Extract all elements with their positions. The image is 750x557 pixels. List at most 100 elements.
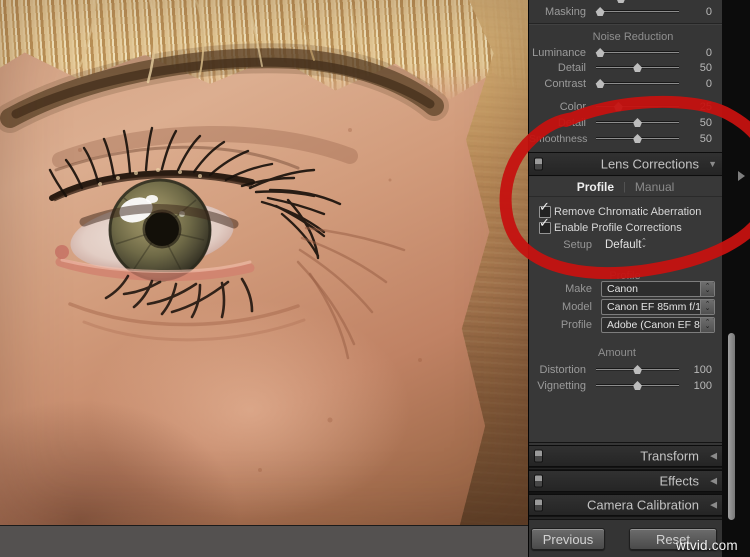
slider-label: Distortion [539,363,586,376]
previous-button[interactable]: Previous [531,528,605,550]
dropdown-value: Adobe (Canon EF 85... [607,319,700,331]
chevron-down-icon: ⌄ [641,242,647,249]
lightroom-develop-window: Masking 0 Noise Reduction Luminance 0 De… [0,0,750,557]
chevron-down-icon: ⌄ [704,305,711,312]
panel-toggle-icon[interactable] [534,474,543,488]
group-divider [529,23,722,24]
panel-toggle-icon[interactable] [534,498,543,512]
luminance-slider-row: Luminance 0 [529,45,722,60]
watermark: wtvid.com [676,538,738,553]
panel-edge-strip [722,0,750,557]
chevron-left-icon[interactable]: ◀ [710,500,717,511]
checkmark-icon: ✓ [539,215,550,230]
panel-collapse-arrow-icon[interactable] [738,171,745,181]
model-dropdown[interactable]: Canon EF 85mm f/1.... ⌃ ⌄ [601,299,715,315]
slider-thumb[interactable] [595,7,605,16]
smoothness-slider-row: Smoothness 50 [529,131,722,146]
checkbox-label[interactable]: Enable Profile Corrections [554,222,682,234]
enable-profile-corrections-row: ✓ Enable Profile Corrections [529,215,722,235]
masking-slider[interactable] [595,7,679,16]
slider-label: Detail [557,116,586,129]
make-dropdown-row: Make Canon ⌃ ⌄ [529,281,722,298]
nr-detail-slider-row: Detail 50 [529,60,722,75]
lens-mode-tabs: Profile | Manual [529,177,722,197]
checkbox-label[interactable]: Remove Chromatic Aberration [554,206,701,218]
photo-canvas-eye-closeup[interactable] [0,0,528,525]
vignetting-slider[interactable] [596,381,679,390]
luminance-slider[interactable] [595,48,679,57]
dropdown-label: Make [565,283,592,295]
transform-panel-header[interactable]: Transform ◀ [529,445,722,467]
chevron-down-icon: ⌄ [704,287,711,294]
stepper-icon[interactable]: ⌃ ⌄ [641,238,647,249]
slider-track[interactable] [596,11,679,12]
slider-thumb[interactable] [613,102,623,111]
slider-label: Smoothness [529,132,588,145]
setup-dropdown[interactable]: Default [605,239,641,251]
tab-separator: | [623,180,626,193]
distortion-slider[interactable] [596,365,679,374]
color-slider[interactable] [596,102,679,111]
vignetting-slider-row: Vignetting 100 [529,378,722,393]
slider-thumb[interactable] [595,79,605,88]
masking-slider-row: Masking 0 [529,4,722,19]
lens-corrections-content: Profile | Manual ✓ Remove Chromatic Aber… [529,177,722,443]
develop-right-panel: Masking 0 Noise Reduction Luminance 0 De… [528,0,722,557]
smoothness-slider[interactable] [596,134,679,143]
color-detail-slider[interactable] [596,118,679,127]
camera-calibration-panel-header[interactable]: Camera Calibration ◀ [529,494,722,516]
slider-label: Color [559,100,586,113]
slider-value: 100 [693,363,712,376]
model-dropdown-row: Model Canon EF 85mm f/1.... ⌃ ⌄ [529,299,722,316]
chevron-down-icon[interactable]: ▼ [708,159,717,169]
distortion-slider-row: Distortion 100 [529,362,722,377]
contrast-slider[interactable] [595,79,679,88]
slider-value: 50 [699,132,712,145]
slider-value: 0 [705,46,712,59]
contrast-slider-row: Contrast 0 [529,76,722,91]
slider-track[interactable] [596,83,679,84]
chevron-down-icon: ⌄ [704,323,711,330]
slider-value: 0 [705,77,712,90]
panel-title: Transform [640,448,699,464]
slider-value: 50 [699,61,712,74]
slider-label: Luminance [532,46,586,59]
tab-profile[interactable]: Profile [577,180,614,194]
slider-track[interactable] [596,106,679,107]
dropdown-label: Profile [560,319,592,331]
slider-value: 25 [699,100,712,113]
nr-detail-slider[interactable] [596,63,679,72]
slider-label: Vignetting [537,379,586,392]
vertical-scrollbar[interactable] [728,333,735,520]
remove-chromatic-aberration-row: ✓ Remove Chromatic Aberration [529,199,722,219]
panel-title: Camera Calibration [587,497,699,513]
slider-thumb[interactable] [633,63,642,72]
slider-thumb[interactable] [633,118,642,127]
amount-title: Amount [598,347,636,359]
panel-title: Effects [659,473,699,489]
effects-panel-header[interactable]: Effects ◀ [529,470,722,492]
dropdown-value: Canon EF 85mm f/1.... [607,301,700,313]
color-detail-slider-row: Detail 50 [529,115,722,130]
stepper-icon[interactable]: ⌃ ⌄ [700,300,714,314]
stepper-icon[interactable]: ⌃ ⌄ [700,318,714,332]
toolbar-background-strip [0,525,528,557]
stepper-icon[interactable]: ⌃ ⌄ [700,282,714,296]
panel-toggle-icon[interactable] [534,157,543,171]
tab-manual[interactable]: Manual [635,180,674,194]
make-dropdown[interactable]: Canon ⌃ ⌄ [601,281,715,297]
profile-dropdown[interactable]: Adobe (Canon EF 85... ⌃ ⌄ [601,317,715,333]
slider-thumb[interactable] [633,381,642,390]
setup-row: Setup Default ⌃ ⌄ [529,238,722,253]
setup-label: Setup [563,239,592,251]
chevron-left-icon[interactable]: ◀ [710,451,717,462]
slider-thumb[interactable] [595,48,605,57]
panel-toggle-icon[interactable] [534,449,543,463]
chevron-left-icon[interactable]: ◀ [710,476,717,487]
lens-corrections-header[interactable]: Lens Corrections ▼ [529,152,722,176]
slider-track[interactable] [596,52,679,53]
slider-thumb[interactable] [633,134,642,143]
profile-dropdown-row: Profile Adobe (Canon EF 85... ⌃ ⌄ [529,317,722,334]
checkmark-icon: ✓ [539,199,550,214]
slider-thumb[interactable] [633,365,642,374]
